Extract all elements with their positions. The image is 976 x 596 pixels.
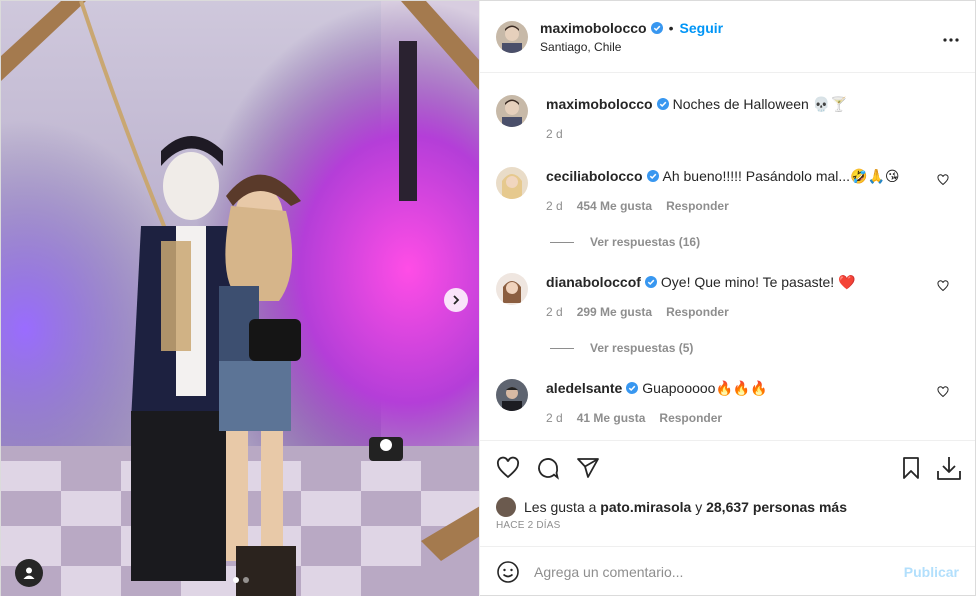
comment-text: Ah bueno!!!!! Pasándolo mal...🤣🙏😘	[662, 168, 900, 184]
download-button[interactable]	[935, 454, 963, 482]
avatar[interactable]	[496, 379, 529, 411]
likes-user[interactable]: pato.mirasola	[600, 499, 691, 515]
likes-conj: y	[695, 499, 703, 515]
likes-count-button[interactable]: 28,637 personas más	[706, 499, 847, 515]
share-icon	[577, 457, 599, 478]
share-button[interactable]	[574, 454, 602, 482]
carousel-indicator	[233, 577, 249, 583]
reply-button[interactable]: Responder	[666, 305, 729, 319]
emoji-icon[interactable]	[496, 560, 520, 584]
post-media[interactable]	[1, 1, 480, 596]
download-icon	[937, 457, 961, 480]
comments-list: maximobolocco Noches de Halloween 💀🍸 2 d …	[480, 73, 975, 440]
post-photo	[1, 1, 480, 596]
caption-text: Noches de Halloween 💀🍸	[672, 96, 848, 112]
likes-prefix: Les gusta a	[524, 499, 597, 515]
heart-icon	[937, 386, 949, 398]
comment-icon	[538, 457, 559, 480]
like-button[interactable]	[494, 454, 522, 482]
more-options-icon	[943, 38, 959, 42]
view-replies-label: Ver respuestas (5)	[590, 341, 694, 355]
post-timestamp[interactable]: HACE 2 DÍAS	[480, 520, 975, 546]
comment-age[interactable]: 2 d	[546, 199, 563, 213]
comment-like-button[interactable]	[937, 385, 949, 401]
comment-item: aledelsante Guapooooo🔥🔥🔥 2 d 41 Me gusta …	[496, 379, 959, 425]
comment-username[interactable]: ceciliabolocco	[546, 168, 642, 184]
caption: maximobolocco Noches de Halloween 💀🍸 2 d	[496, 95, 959, 141]
carousel-dot	[233, 577, 239, 583]
avatar[interactable]	[496, 20, 529, 53]
more-options-button[interactable]	[943, 29, 959, 45]
avatar[interactable]	[496, 95, 529, 127]
likes-summary: Les gusta a pato.mirasola y 28,637 perso…	[480, 494, 975, 520]
view-replies-line	[550, 347, 575, 349]
heart-icon	[937, 174, 949, 186]
post-sidebar: maximobolocco • Seguir Santiago, Chile max…	[479, 1, 975, 596]
reply-button[interactable]: Responder	[666, 199, 729, 213]
verified-badge-icon	[646, 170, 659, 182]
comment-age[interactable]: 2 d	[546, 305, 563, 319]
comment-likes[interactable]: 41 Me gusta	[577, 411, 646, 425]
view-replies-label: Ver respuestas (16)	[590, 235, 701, 249]
comment-text: Guapooooo🔥🔥🔥	[642, 380, 768, 396]
carousel-dot	[243, 577, 249, 583]
avatar[interactable]	[496, 497, 517, 517]
view-replies-line	[550, 241, 575, 243]
comment-button[interactable]	[534, 454, 562, 482]
comment-username[interactable]: aledelsante	[546, 380, 622, 396]
avatar[interactable]	[496, 167, 529, 199]
comment-composer: Publicar	[480, 546, 975, 596]
caption-username[interactable]: maximobolocco	[546, 96, 653, 112]
comment-input[interactable]	[534, 564, 904, 580]
verified-badge-icon	[644, 276, 657, 288]
reply-button[interactable]: Responder	[659, 411, 722, 425]
avatar[interactable]	[496, 273, 529, 305]
heart-icon	[496, 456, 520, 478]
chevron-right-icon	[453, 295, 460, 305]
verified-badge-icon	[656, 98, 669, 110]
comment-text: Oye! Que mino! Te pasaste! ❤️	[660, 274, 856, 290]
bookmark-icon	[903, 457, 919, 479]
comment-likes[interactable]: 454 Me gusta	[577, 199, 652, 213]
heart-icon	[937, 280, 949, 292]
user-tag-icon	[23, 567, 35, 579]
header-bullet: •	[668, 19, 674, 36]
verified-badge-icon	[626, 382, 639, 394]
post-author-username[interactable]: maximobolocco	[540, 20, 647, 36]
carousel-next-button[interactable]	[444, 288, 468, 312]
user-tag-button[interactable]	[15, 559, 43, 587]
post-location[interactable]: Santiago, Chile	[540, 40, 723, 54]
comment-item: ceciliabolocco Ah bueno!!!!! Pasándolo ma…	[496, 167, 959, 213]
verified-badge-icon	[650, 21, 663, 34]
follow-button[interactable]: Seguir	[680, 20, 724, 36]
comment-likes[interactable]: 299 Me gusta	[577, 305, 652, 319]
post-modal: maximobolocco • Seguir Santiago, Chile max…	[0, 0, 976, 596]
comment-item: dianaboloccof Oye! Que mino! Te pasaste! …	[496, 273, 959, 319]
comment-like-button[interactable]	[937, 279, 949, 295]
comment-like-button[interactable]	[937, 173, 949, 189]
view-replies-button[interactable]: Ver respuestas (5)	[550, 341, 693, 355]
save-button[interactable]	[897, 454, 925, 482]
post-header: maximobolocco • Seguir Santiago, Chile	[480, 1, 975, 73]
publish-button[interactable]: Publicar	[904, 564, 959, 580]
comment-age[interactable]: 2 d	[546, 411, 563, 425]
comment-username[interactable]: dianaboloccof	[546, 274, 641, 290]
view-replies-button[interactable]: Ver respuestas (16)	[550, 235, 700, 249]
caption-age[interactable]: 2 d	[546, 127, 563, 141]
post-actions	[480, 440, 975, 494]
